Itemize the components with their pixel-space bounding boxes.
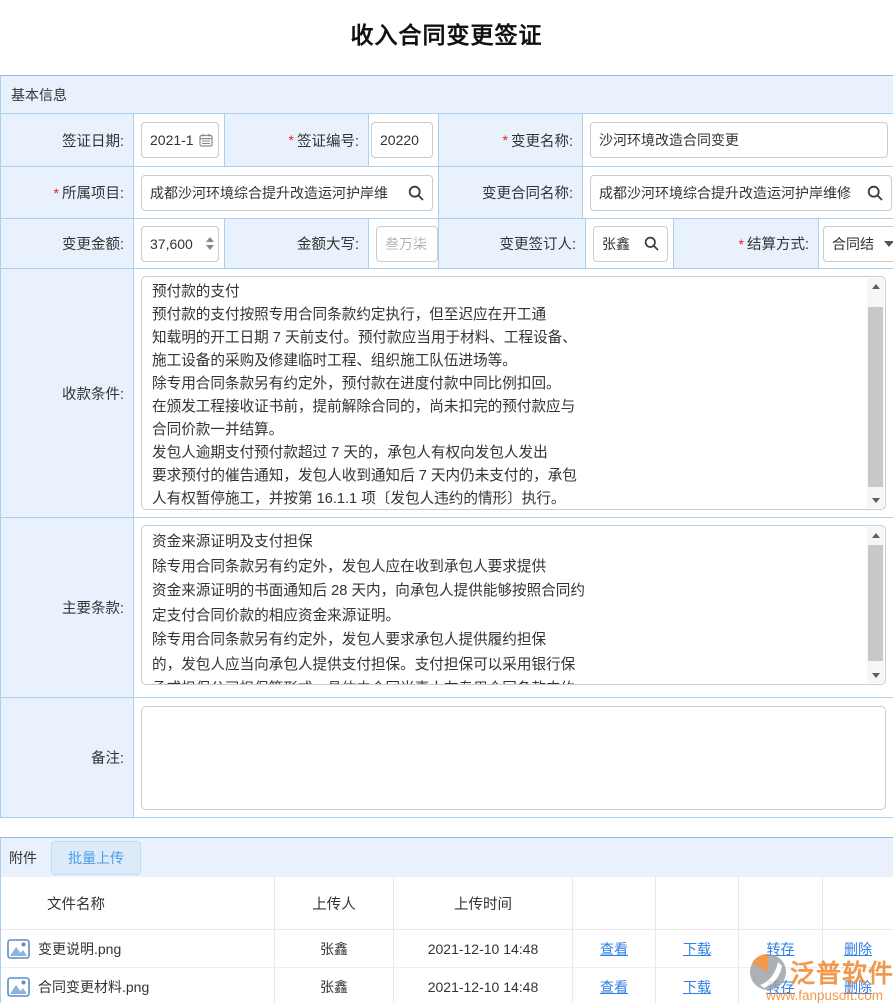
file-table-header: 文件名称 上传人 上传时间 [1, 877, 893, 930]
attachments-header: 附件 批量上传 [1, 838, 893, 877]
project-input[interactable]: 成都沙河环境综合提升改造运河护岸维 [141, 175, 433, 211]
scroll-up-icon[interactable] [867, 278, 884, 294]
payment-terms-textarea[interactable]: 预付款的支付 预付款的支付按照专用合同条款约定执行，但至迟应在开工通 知载明的开… [141, 276, 886, 510]
form-row-main-terms: 主要条款: 资金来源证明及支付担保 除专用合同条款另有约定外，发包人应在收到承包… [1, 518, 893, 698]
form-row-payment-terms: 收款条件: 预付款的支付 预付款的支付按照专用合同条款约定执行，但至迟应在开工通… [1, 269, 893, 518]
attachments-panel: 附件 批量上传 文件名称 上传人 上传时间 变更说明.png 张鑫 20 [0, 837, 893, 1003]
batch-upload-button[interactable]: 批量上传 [51, 841, 141, 875]
page-title: 收入合同变更签证 [351, 16, 543, 60]
file-name-header: 文件名称 [1, 877, 275, 929]
change-name-cell: 沙河环境改造合同变更 [583, 114, 893, 166]
signer-input[interactable]: 张鑫 [593, 226, 668, 262]
remark-textarea[interactable] [141, 706, 886, 810]
sign-no-input[interactable]: 20220 [371, 122, 433, 158]
change-name-input[interactable]: 沙河环境改造合同变更 [590, 122, 888, 158]
remark-label: 备注: [1, 698, 134, 817]
search-icon[interactable] [644, 236, 659, 251]
search-icon[interactable] [408, 185, 424, 201]
change-contract-name-cell: 成都沙河环境综合提升改造运河护岸维修 [583, 167, 893, 218]
download-link[interactable]: 下载 [683, 939, 711, 959]
uploader-cell: 张鑫 [275, 930, 394, 967]
chevron-down-icon [884, 241, 893, 247]
view-link[interactable]: 查看 [600, 939, 628, 959]
basic-info-title: 基本信息 [11, 85, 67, 105]
delete-link[interactable]: 删除 [844, 939, 872, 959]
file-name-cell: 变更说明.png [1, 930, 275, 967]
delete-link[interactable]: 删除 [844, 977, 872, 997]
scroll-up-icon[interactable] [867, 527, 884, 543]
view-link[interactable]: 查看 [600, 977, 628, 997]
section-header-basic-info: 基本信息 [1, 76, 893, 114]
scroll-down-icon[interactable] [867, 492, 884, 508]
main-terms-textarea[interactable]: 资金来源证明及支付担保 除专用合同条款另有约定外，发包人应在收到承包人要求提供 … [141, 525, 886, 685]
amount-caps-label: 金额大写: [225, 219, 369, 268]
payment-terms-label: 收款条件: [1, 269, 134, 517]
main-terms-label: 主要条款: [1, 518, 134, 697]
stepper-up-icon[interactable] [206, 237, 214, 242]
upload-time-cell: 2021-12-10 14:48 [394, 968, 573, 1003]
required-marker: * [503, 132, 508, 148]
attachments-label: 附件 [9, 848, 37, 868]
change-contract-name-label: 变更合同名称: [439, 167, 583, 218]
required-marker: * [289, 132, 294, 148]
action-header [573, 877, 656, 929]
image-file-icon [7, 938, 30, 959]
change-name-label: * 变更名称: [439, 114, 583, 166]
payment-terms-cell: 预付款的支付 预付款的支付按照专用合同条款约定执行，但至迟应在开工通 知载明的开… [134, 269, 893, 517]
action-header [656, 877, 739, 929]
settle-method-cell: 合同结 [819, 219, 893, 268]
scrollbar[interactable] [867, 527, 884, 683]
sign-no-label: * 签证编号: [225, 114, 369, 166]
scrollbar[interactable] [867, 278, 884, 508]
uploader-cell: 张鑫 [275, 968, 394, 1003]
file-name-cell: 合同变更材料.png [1, 968, 275, 1003]
action-header [823, 877, 893, 929]
transfer-link[interactable]: 转存 [767, 939, 795, 959]
project-cell: 成都沙河环境综合提升改造运河护岸维 [134, 167, 439, 218]
image-file-icon [7, 976, 30, 997]
change-contract-name-input[interactable]: 成都沙河环境综合提升改造运河护岸维修 [590, 175, 892, 211]
form-row-2: * 所属项目: 成都沙河环境综合提升改造运河护岸维 变更合同名称: 成都沙河环境… [1, 167, 893, 219]
upload-time-cell: 2021-12-10 14:48 [394, 930, 573, 967]
signer-label: 变更签订人: [439, 219, 586, 268]
required-marker: * [54, 185, 59, 201]
main-terms-cell: 资金来源证明及支付担保 除专用合同条款另有约定外，发包人应在收到承包人要求提供 … [134, 518, 893, 697]
transfer-link[interactable]: 转存 [767, 977, 795, 997]
project-label: * 所属项目: [1, 167, 134, 218]
settle-method-label: * 结算方式: [674, 219, 819, 268]
page: 收入合同变更签证 基本信息 签证日期: 2021-1 [0, 0, 893, 1003]
scroll-down-icon[interactable] [867, 667, 884, 683]
form-row-1: 签证日期: 2021-1 * 签证编号: [1, 114, 893, 167]
required-marker: * [739, 236, 744, 252]
section-gap [0, 818, 893, 837]
upload-time-header: 上传时间 [394, 877, 573, 929]
action-header [739, 877, 823, 929]
sign-date-input[interactable]: 2021-1 [141, 122, 219, 158]
settle-method-select[interactable]: 合同结 [823, 226, 893, 262]
scrollbar-thumb[interactable] [868, 307, 883, 487]
form-row-3: 变更金额: 37,600 金额大写: 叁万柒 变 [1, 219, 893, 269]
change-amount-input[interactable]: 37,600 [141, 226, 219, 262]
form-row-remark: 备注: [1, 698, 893, 818]
uploader-header: 上传人 [275, 877, 394, 929]
amount-caps-input: 叁万柒 [376, 226, 438, 262]
search-icon[interactable] [867, 185, 883, 201]
change-amount-label: 变更金额: [1, 219, 134, 268]
table-row: 合同变更材料.png 张鑫 2021-12-10 14:48 查看 下载 转存 … [1, 968, 893, 1003]
remark-cell [134, 698, 893, 817]
sign-no-cell: 20220 [369, 114, 439, 166]
amount-caps-cell: 叁万柒 [369, 219, 439, 268]
stepper-down-icon[interactable] [206, 245, 214, 250]
download-link[interactable]: 下载 [683, 977, 711, 997]
signer-cell: 张鑫 [586, 219, 674, 268]
title-bar: 收入合同变更签证 [0, 0, 893, 75]
scrollbar-thumb[interactable] [868, 545, 883, 661]
table-row: 变更说明.png 张鑫 2021-12-10 14:48 查看 下载 转存 删除 [1, 930, 893, 968]
number-stepper[interactable] [206, 237, 214, 250]
change-amount-cell: 37,600 [134, 219, 225, 268]
sign-date-label: 签证日期: [1, 114, 134, 166]
sign-date-cell: 2021-1 [134, 114, 225, 166]
calendar-icon[interactable] [199, 133, 213, 147]
basic-info-panel: 基本信息 签证日期: 2021-1 [0, 75, 893, 818]
